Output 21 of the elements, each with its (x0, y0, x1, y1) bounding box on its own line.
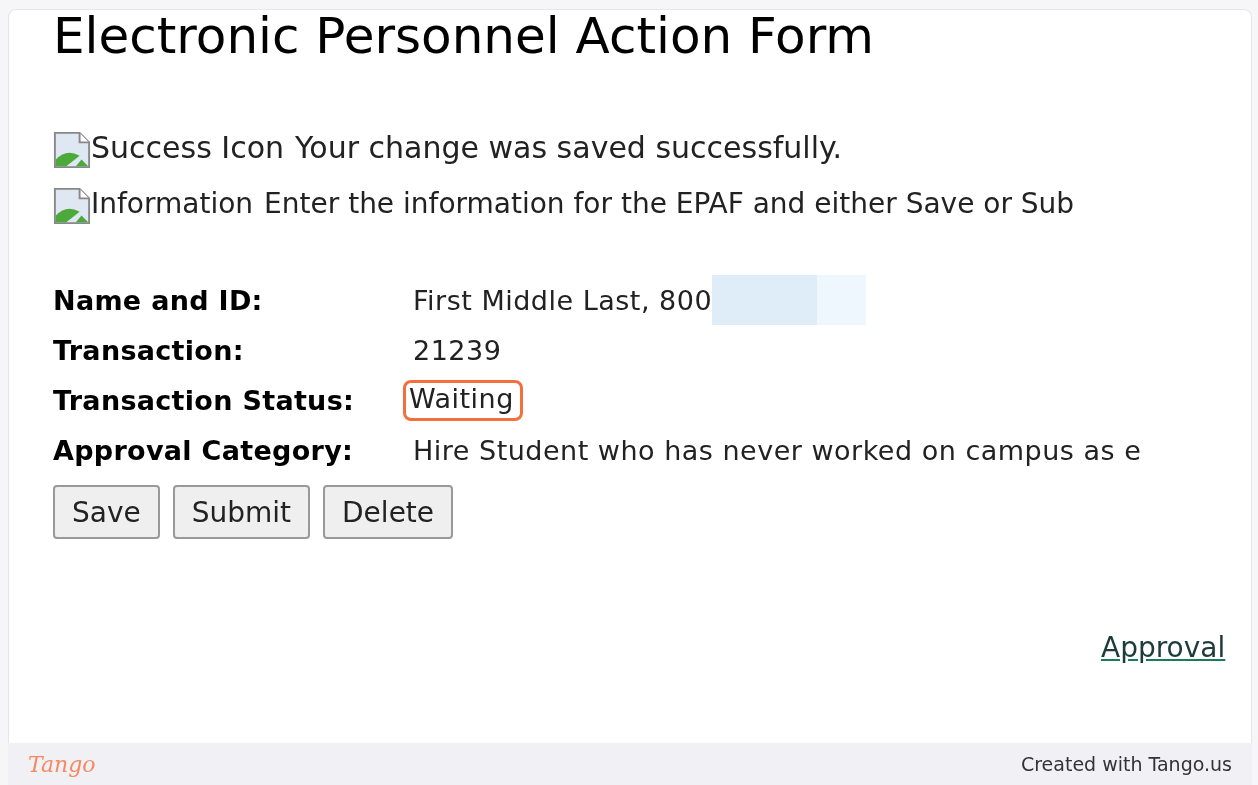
footer-credit: Created with Tango.us (1020, 753, 1232, 775)
broken-image-icon (53, 131, 91, 169)
success-message: Your change was saved successfully. (295, 129, 843, 165)
form-button[interactable]: Save (53, 485, 160, 539)
field-value: 21239 (413, 334, 502, 366)
form-button[interactable]: Submit (172, 485, 311, 539)
field-label: Approval Category: (53, 434, 355, 466)
info-message: Enter the information for the EPAF and either Save or Sub (264, 186, 1075, 220)
field-value: First Middle Last, 800 (413, 284, 713, 316)
image-alt-text: Success Icon (91, 129, 284, 165)
field-label: Transaction: (53, 334, 245, 366)
approval-link[interactable]: Approval (1101, 631, 1226, 664)
field-value: Waiting (403, 379, 523, 421)
footer-logo: Tango (28, 751, 96, 777)
image-alt-text: Information (91, 186, 254, 220)
page-title: Electronic Personnel Action Form (53, 10, 876, 67)
field-label: Transaction Status: (53, 384, 356, 416)
form-button[interactable]: Delete (323, 485, 454, 539)
field-value: Hire Student who has never worked on campus as e (413, 434, 1142, 466)
broken-image-icon (53, 187, 91, 225)
field-label: Name and ID: (53, 284, 264, 316)
